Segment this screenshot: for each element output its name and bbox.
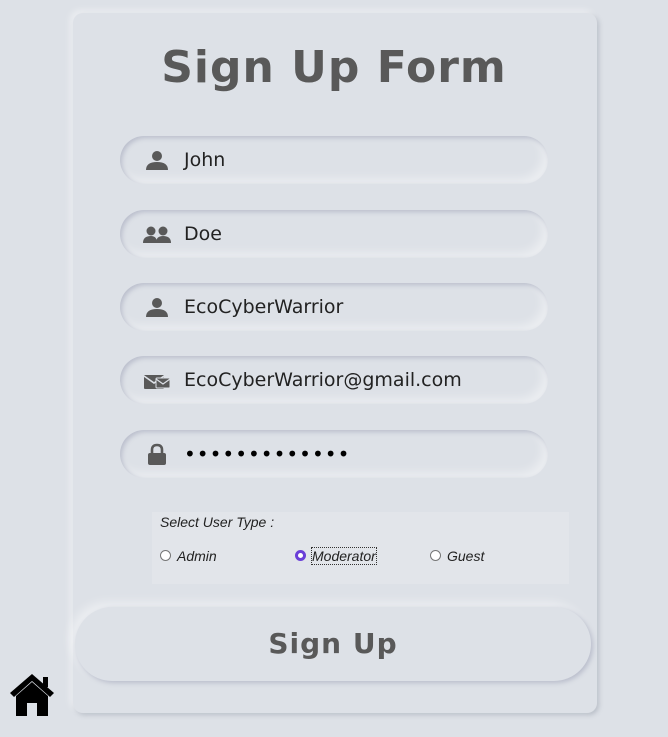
username-value: EcoCyberWarrior bbox=[184, 296, 344, 318]
last-name-value: Doe bbox=[184, 223, 222, 245]
users-icon bbox=[143, 226, 171, 243]
radio-guest-label[interactable]: Guest bbox=[447, 548, 484, 564]
username-input[interactable]: EcoCyberWarrior bbox=[120, 283, 548, 331]
user-icon bbox=[146, 298, 168, 317]
first-name-input[interactable]: John bbox=[120, 136, 548, 184]
page-title: Sign Up Form bbox=[161, 42, 507, 93]
password-value: ••••••••••••• bbox=[184, 442, 351, 466]
user-icon bbox=[146, 151, 168, 170]
radio-guest[interactable] bbox=[430, 550, 441, 561]
email-input[interactable]: EcoCyberWarrior@gmail.com bbox=[120, 356, 548, 404]
lock-icon bbox=[148, 443, 166, 465]
email-value: EcoCyberWarrior@gmail.com bbox=[184, 369, 462, 391]
home-icon[interactable] bbox=[8, 671, 56, 717]
radio-moderator-label[interactable]: Moderator bbox=[311, 547, 377, 565]
user-type-group: Select User Type : Admin Moderator Guest bbox=[152, 512, 569, 584]
radio-admin-label[interactable]: Admin bbox=[177, 548, 217, 564]
radio-admin[interactable] bbox=[160, 550, 171, 561]
radio-moderator[interactable] bbox=[295, 550, 306, 561]
last-name-input[interactable]: Doe bbox=[120, 210, 548, 258]
password-input[interactable]: ••••••••••••• bbox=[120, 430, 548, 478]
user-type-label: Select User Type : bbox=[160, 514, 275, 530]
sign-up-button[interactable]: Sign Up bbox=[75, 607, 591, 681]
envelope-icon bbox=[143, 375, 171, 389]
first-name-value: John bbox=[184, 149, 226, 171]
